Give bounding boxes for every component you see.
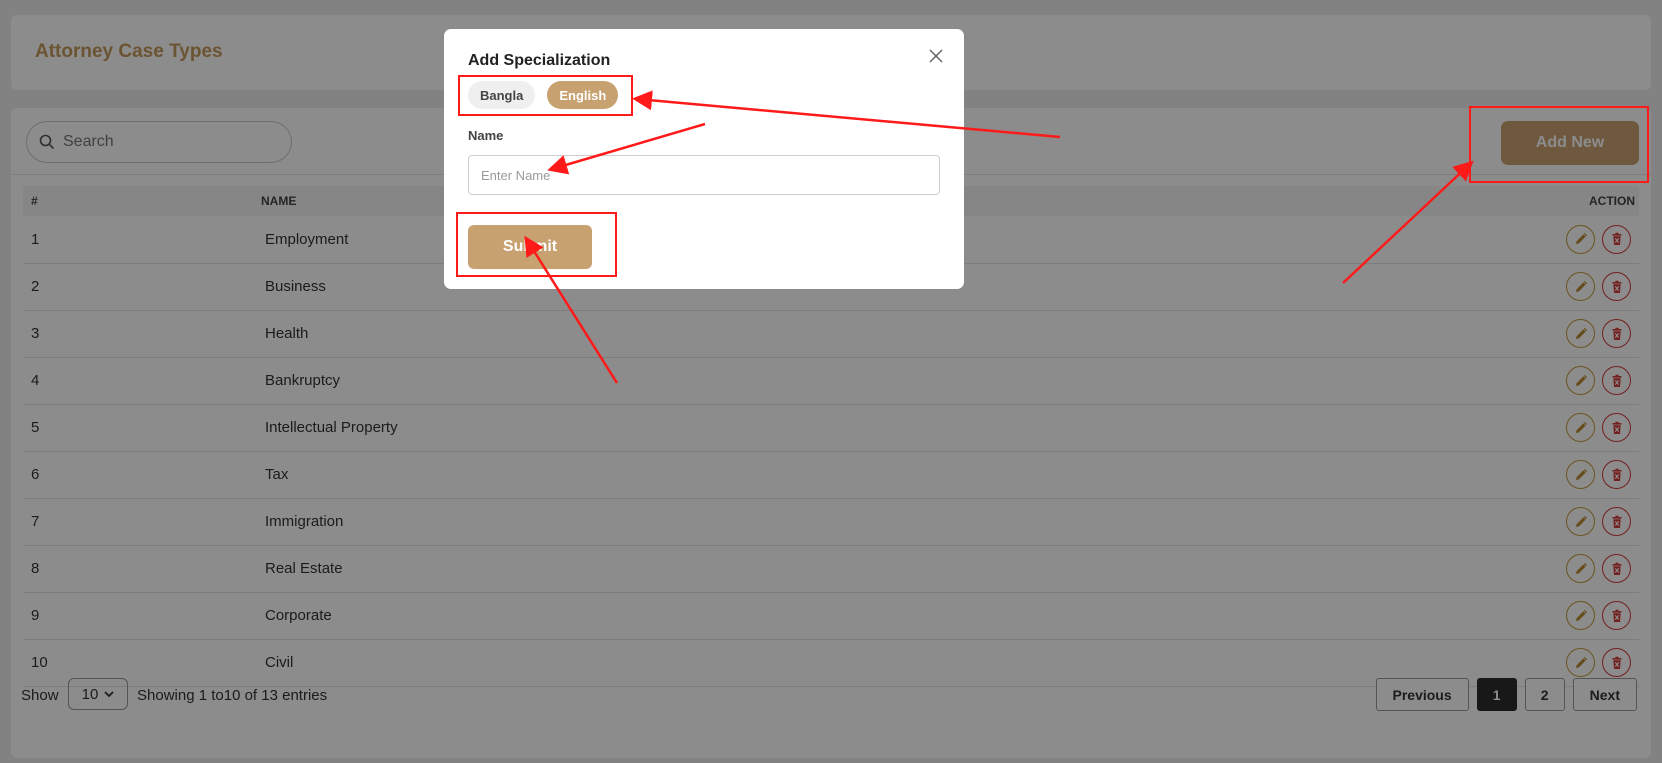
arrow-to-submit [524,235,619,384]
arrow-to-language-tabs [632,90,1061,139]
arrow-to-name-input [547,122,706,175]
annotation-arrows [524,90,1474,384]
arrow-to-add-new [1342,160,1474,284]
